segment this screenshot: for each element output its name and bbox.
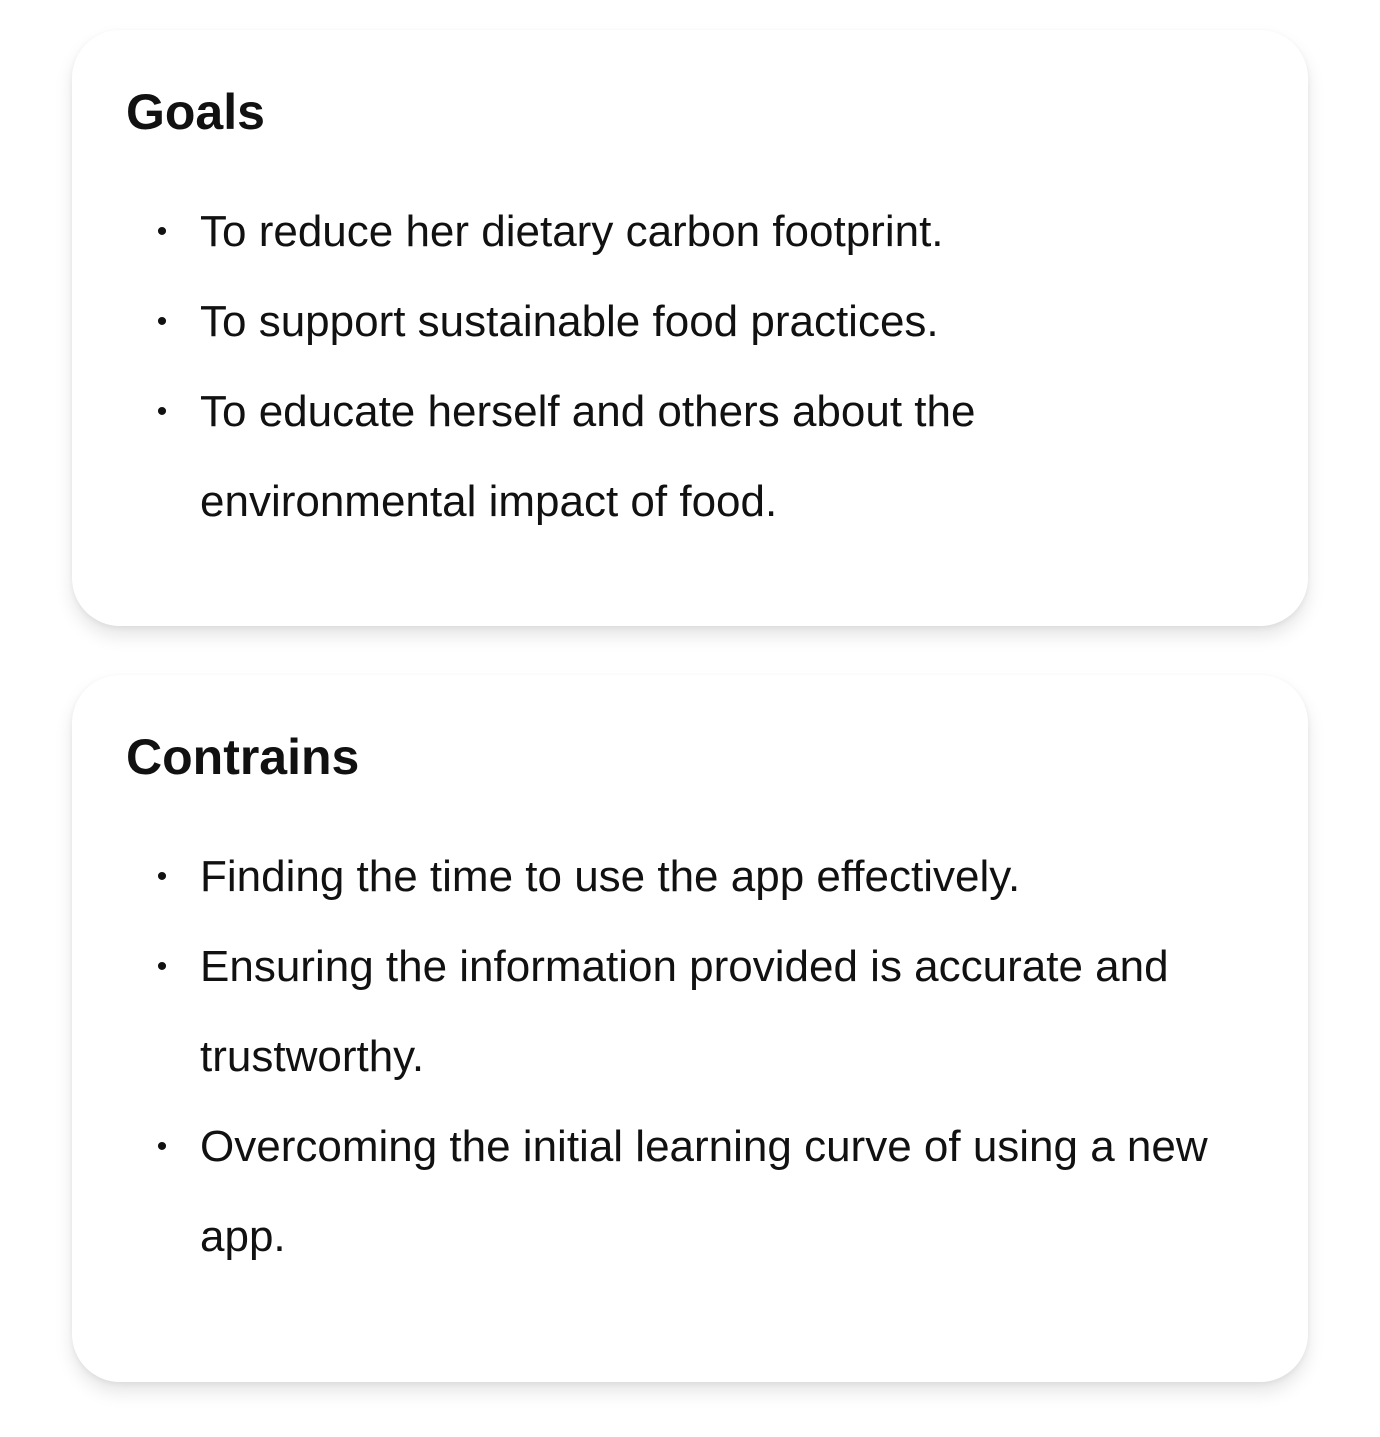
bullet-icon: •: [156, 860, 168, 893]
constraints-title: Contrains: [126, 729, 360, 785]
bullet-icon: •: [156, 215, 168, 248]
constraints-item-text: Overcoming the initial learning curve of…: [200, 1122, 1208, 1261]
constraints-list-item: • Overcoming the initial learning curve …: [152, 1102, 1212, 1282]
constraints-list-item: • Finding the time to use the app effect…: [152, 832, 1212, 922]
bullet-icon: •: [156, 395, 168, 428]
constraints-list: • Finding the time to use the app effect…: [152, 832, 1212, 1282]
constraints-item-text: Ensuring the information provided is acc…: [200, 942, 1169, 1081]
bullet-icon: •: [156, 950, 168, 983]
bullet-icon: •: [156, 305, 168, 338]
goals-item-text: To reduce her dietary carbon footprint.: [200, 207, 944, 256]
constraints-list-item: • Ensuring the information provided is a…: [152, 922, 1212, 1102]
goals-card: Goals • To reduce her dietary carbon foo…: [72, 30, 1308, 626]
goals-list-item: • To reduce her dietary carbon footprint…: [152, 187, 1212, 277]
constraints-card: Contrains • Finding the time to use the …: [72, 675, 1308, 1382]
goals-list: • To reduce her dietary carbon footprint…: [152, 187, 1212, 547]
goals-item-text: To educate herself and others about the …: [200, 387, 976, 526]
goals-list-item: • To support sustainable food practices.: [152, 277, 1212, 367]
goals-title: Goals: [126, 84, 265, 140]
goals-list-item: • To educate herself and others about th…: [152, 367, 1212, 547]
constraints-item-text: Finding the time to use the app effectiv…: [200, 852, 1021, 901]
bullet-icon: •: [156, 1130, 168, 1163]
goals-item-text: To support sustainable food practices.: [200, 297, 939, 346]
